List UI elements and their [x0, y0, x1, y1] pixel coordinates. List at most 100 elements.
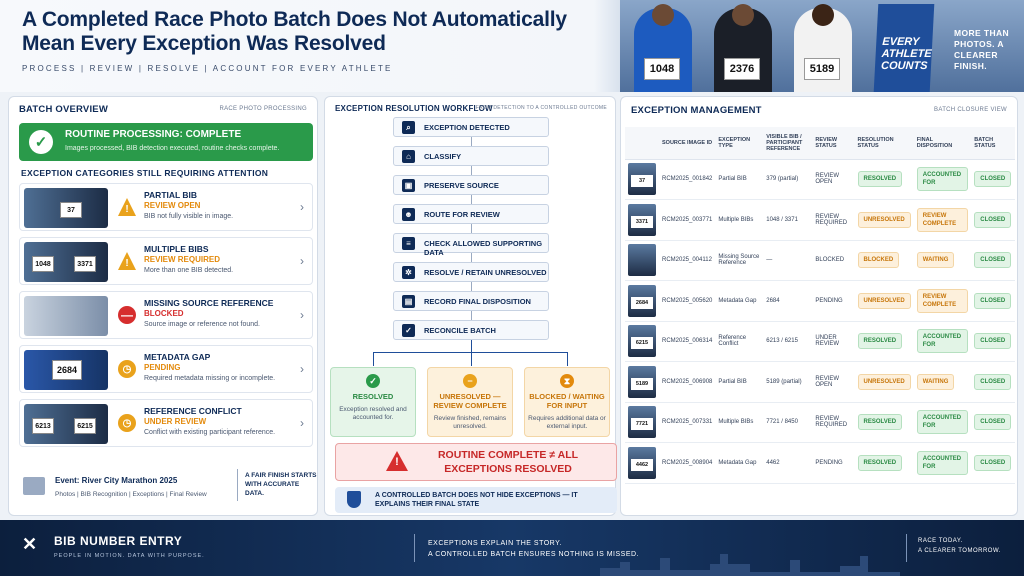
event-info: Event: River City Marathon 2025 Photos |…: [19, 467, 317, 513]
hourglass-icon: ⧗: [560, 374, 574, 388]
warning-icon: !: [118, 198, 136, 216]
bib-label: 7721: [631, 418, 653, 431]
check-icon: ✓: [29, 130, 53, 154]
minus-icon: −: [463, 374, 477, 388]
event-name: Event: River City Marathon 2025: [55, 476, 178, 485]
category-name: METADATA GAP: [144, 352, 211, 362]
chevron-right-icon[interactable]: ›: [300, 362, 304, 376]
clock-icon: ◷: [118, 414, 136, 432]
bib-label: 6213: [32, 418, 54, 434]
folder-icon: [23, 477, 45, 495]
column-header[interactable]: EXCEPTION TYPE: [715, 127, 764, 160]
table-row[interactable]: 4462 RCM2025_008904 Metadata Gap 4462 PENDIN…: [625, 442, 1015, 484]
category-name: MISSING SOURCE REFERENCE: [144, 298, 274, 308]
exception-type: Multiple BIBs: [715, 402, 764, 443]
table-row[interactable]: 7721 RCM2025_007331 Multiple BIBs 7721 / 84…: [625, 402, 1015, 443]
column-header[interactable]: REVIEW STATUS: [812, 127, 855, 160]
category-reference-conflict[interactable]: 6213 6215 ◷ REFERENCE CONFLICT UNDER REVI…: [19, 399, 313, 447]
category-desc: Conflict with existing participant refer…: [144, 429, 276, 436]
source-image-id: RCM2025_008904: [659, 442, 716, 484]
chevron-right-icon[interactable]: ›: [300, 416, 304, 430]
shield-icon: [347, 491, 361, 508]
event-meta: Photos | BIB Recognition | Exceptions | …: [55, 491, 207, 498]
review-status: REVIEW REQUIRED: [812, 199, 855, 241]
chevron-right-icon[interactable]: ›: [300, 254, 304, 268]
table-row[interactable]: 6215 RCM2025_006314 Reference Conflict 6213…: [625, 321, 1015, 362]
arrow-down-icon: [373, 352, 374, 366]
table-row[interactable]: RCM2025_004112 Missing Source Reference — B…: [625, 240, 1015, 281]
workflow-step[interactable]: ⌂ CLASSIFY: [393, 146, 549, 166]
category-missing-source[interactable]: — MISSING SOURCE REFERENCE BLOCKED Sourc…: [19, 291, 313, 339]
column-header[interactable]: RESOLUTION STATUS: [854, 127, 914, 160]
arrow-down-icon: [471, 352, 472, 366]
review-status: REVIEW REQUIRED: [812, 402, 855, 443]
category-desc: BIB not fully visible in image.: [144, 213, 234, 220]
category-multiple-bibs[interactable]: 1048 3371 ! MULTIPLE BIBS REVIEW REQUIRED…: [19, 237, 313, 285]
header: A Completed Race Photo Batch Does Not Au…: [0, 0, 1024, 92]
disposition-badge: ACCOUNTED FOR: [916, 450, 969, 475]
routine-title: ROUTINE PROCESSING: COMPLETE: [65, 129, 242, 140]
outcome-unresolved: − UNRESOLVED — REVIEW COMPLETE Review fi…: [427, 367, 513, 437]
disposition-badge: ACCOUNTED FOR: [916, 329, 969, 354]
warning-icon: !: [118, 252, 136, 270]
panel-subtitle: FROM DETECTION TO A CONTROLLED OUTCOME: [475, 105, 607, 111]
clock-icon: ◷: [118, 360, 136, 378]
panel-title: BATCH OVERVIEW: [19, 104, 109, 115]
table-row[interactable]: 2684 RCM2025_005620 Metadata Gap 2684 PENDIN…: [625, 280, 1015, 322]
source-image-id: RCM2025_006908: [659, 361, 716, 403]
database-icon: ≡: [402, 237, 415, 250]
batch-status-badge: CLOSED: [974, 333, 1012, 350]
column-header[interactable]: VISIBLE BIB / PARTICIPANT REFERENCE: [763, 127, 813, 160]
batch-status-badge: CLOSED: [974, 454, 1012, 471]
source-image-id: RCM2025_006314: [659, 321, 716, 362]
category-status: BLOCKED: [144, 309, 184, 318]
resolution-status-badge: BLOCKED: [857, 252, 900, 269]
divider: [414, 534, 415, 562]
workflow-step[interactable]: ✲ RESOLVE / RETAIN UNRESOLVED: [393, 262, 549, 282]
page-title: A Completed Race Photo Batch Does Not Au…: [22, 8, 567, 55]
resolution-status-badge: UNRESOLVED: [857, 211, 911, 228]
categories-heading: EXCEPTION CATEGORIES STILL REQUIRING ATT…: [21, 168, 269, 178]
disposition-badge: REVIEW COMPLETE: [916, 288, 969, 313]
table-row[interactable]: 5189 RCM2025_006908 Partial BIB 5189 (parti…: [625, 361, 1015, 403]
category-status: REVIEW OPEN: [144, 201, 201, 210]
review-status: REVIEW OPEN: [812, 361, 855, 403]
panel-subtitle: RACE PHOTO PROCESSING: [219, 106, 307, 112]
bib-label: 4462: [631, 458, 653, 471]
hero-image: 1048 2376 5189 EVERY ATHLETE COUNTS MORE…: [620, 0, 1024, 92]
exception-type: Multiple BIBs: [715, 199, 764, 241]
arrow-down-icon: [567, 352, 568, 366]
brand-tagline: PEOPLE IN MOTION. DATA WITH PURPOSE.: [54, 553, 205, 559]
column-header[interactable]: SOURCE IMAGE ID: [659, 127, 716, 160]
source-thumbnail: 7721: [628, 406, 656, 439]
column-header[interactable]: FINAL DISPOSITION: [913, 127, 972, 160]
category-metadata-gap[interactable]: 2684 ◷ METADATA GAP PENDING Required met…: [19, 345, 313, 393]
workflow-step[interactable]: ☻ ROUTE FOR REVIEW: [393, 204, 549, 224]
bib-label: 2684: [631, 296, 653, 309]
chevron-right-icon[interactable]: ›: [300, 200, 304, 214]
table-row[interactable]: 3371 RCM2025_003771 Multiple BIBs 1048 / 33…: [625, 199, 1015, 241]
category-status: UNDER REVIEW: [144, 417, 207, 426]
table-row[interactable]: 37 RCM2025_001842 Partial BIB 379 (partial)…: [625, 159, 1015, 200]
workflow-step[interactable]: ⌕ EXCEPTION DETECTED: [393, 117, 549, 137]
table-header-row: SOURCE IMAGE ID EXCEPTION TYPE VISIBLE B…: [625, 127, 1015, 160]
runner-figure: 5189: [794, 4, 852, 92]
category-partial-bib[interactable]: 37 ! PARTIAL BIB REVIEW OPEN BIB not ful…: [19, 183, 313, 231]
workflow-step[interactable]: ▤ RECORD FINAL DISPOSITION: [393, 291, 549, 311]
source-thumbnail: 5189: [628, 365, 656, 398]
exception-type: Partial BIB: [715, 361, 764, 403]
exceptions-table: SOURCE IMAGE ID EXCEPTION TYPE VISIBLE B…: [625, 127, 1015, 484]
bib-label: 37: [631, 175, 653, 188]
routine-status-banner: ✓ ROUTINE PROCESSING: COMPLETE Images pr…: [19, 123, 313, 161]
workflow-step[interactable]: ▣ PRESERVE SOURCE: [393, 175, 549, 195]
panel-title: EXCEPTION MANAGEMENT: [631, 105, 762, 116]
bib-label: 6215: [74, 418, 96, 434]
column-header[interactable]: BATCH STATUS: [971, 127, 1015, 160]
workflow-step[interactable]: ✓ RECONCILE BATCH: [393, 320, 549, 340]
chevron-right-icon[interactable]: ›: [300, 308, 304, 322]
participant-reference: 4462: [763, 442, 813, 484]
bib-label: 3371: [631, 215, 653, 228]
exception-type: Missing Source Reference: [715, 240, 764, 281]
disposition-badge: WAITING: [916, 373, 955, 390]
workflow-step[interactable]: ≡ CHECK ALLOWED SUPPORTING DATA: [393, 233, 549, 257]
